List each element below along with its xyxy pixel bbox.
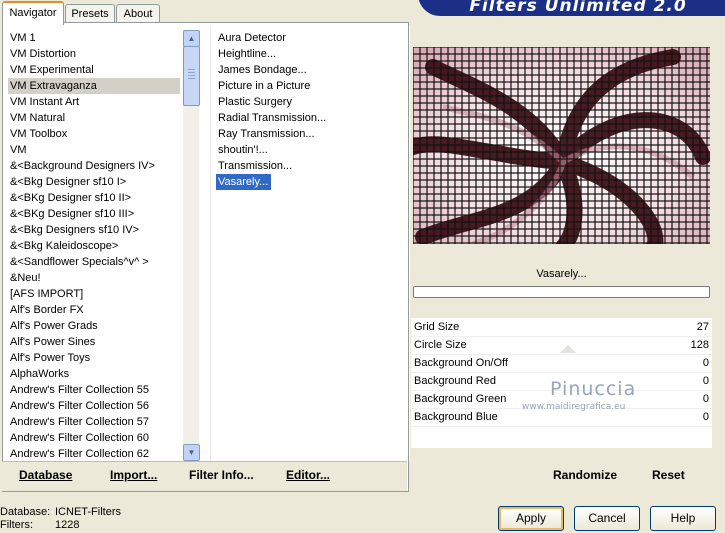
progress-bar — [413, 286, 710, 298]
import-button[interactable]: Import... — [110, 468, 157, 482]
watermark-name: Pinuccia — [550, 378, 637, 400]
database-button[interactable]: Database — [19, 468, 72, 482]
category-item[interactable]: Andrew's Filter Collection 56 — [8, 398, 180, 414]
filter-item[interactable]: Vasarely... — [216, 174, 272, 190]
category-item[interactable]: Andrew's Filter Collection 57 — [8, 414, 180, 430]
tab-presets[interactable]: Presets — [65, 4, 115, 23]
filters-status-label: Filters: — [0, 519, 33, 531]
category-item[interactable]: VM Instant Art — [8, 94, 180, 110]
param-label: Background Blue — [414, 411, 498, 423]
slider-marker — [560, 318, 576, 358]
param-value[interactable]: 0 — [703, 372, 709, 390]
randomize-button[interactable]: Randomize — [553, 468, 617, 482]
filter-item[interactable]: Picture in a Picture — [216, 78, 402, 94]
filter-item[interactable]: Transmission... — [216, 158, 402, 174]
category-item[interactable]: &<BKg Designer sf10 III> — [8, 206, 180, 222]
cancel-button[interactable]: Cancel — [574, 506, 640, 531]
category-item[interactable]: &<Bkg Designers sf10 IV> — [8, 222, 180, 238]
filters-status-value: 1228 — [55, 519, 80, 531]
scroll-down-icon[interactable]: ▼ — [183, 444, 200, 461]
filter-item[interactable]: Plastic Surgery — [216, 94, 402, 110]
editor-button-label: Editor... — [286, 468, 331, 482]
category-item[interactable]: Alf's Power Grads — [8, 318, 180, 334]
current-filter-name: Vasarely... — [413, 264, 710, 284]
param-label: Background Green — [414, 393, 507, 405]
category-item[interactable]: VM Natural — [8, 110, 180, 126]
category-item[interactable]: &<Bkg Designer sf10 I> — [8, 174, 180, 190]
param-value[interactable]: 0 — [703, 354, 709, 372]
category-item[interactable]: VM Experimental — [8, 62, 180, 78]
scroll-thumb[interactable] — [183, 46, 200, 106]
category-item[interactable]: Alf's Border FX — [8, 302, 180, 318]
category-item[interactable]: VM Extravaganza — [8, 78, 180, 94]
reset-button[interactable]: Reset — [652, 468, 685, 482]
category-item[interactable]: AlphaWorks — [8, 366, 180, 382]
category-item[interactable]: Andrew's Filter Collection 62 — [8, 446, 180, 462]
param-label: Background On/Off — [414, 357, 508, 369]
import-button-label: Import... — [110, 468, 158, 482]
category-item[interactable]: VM 1 — [8, 30, 180, 46]
database-status-value: ICNET-Filters — [55, 506, 121, 518]
apply-button[interactable]: Apply — [498, 506, 564, 531]
app-title-banner: Filters Unlimited 2.0 — [418, 0, 725, 16]
param-value[interactable]: 27 — [697, 318, 709, 336]
category-scrollbar[interactable]: ▲ ▼ — [183, 30, 200, 461]
filter-item[interactable]: Ray Transmission... — [216, 126, 402, 142]
category-item[interactable]: Alf's Power Sines — [8, 334, 180, 350]
list-divider — [210, 26, 211, 461]
category-item[interactable]: VM — [8, 142, 180, 158]
category-list[interactable]: VM 1 VM Distortion VM Experimental VM Extra… — [8, 30, 180, 462]
filter-item[interactable]: Radial Transmission... — [216, 110, 402, 126]
scroll-up-icon[interactable]: ▲ — [183, 30, 200, 47]
tab-about[interactable]: About — [116, 4, 160, 23]
category-item[interactable]: &<Sandflower Specials^v^ > — [8, 254, 180, 270]
filter-info-button[interactable]: Filter Info... — [189, 468, 254, 482]
category-item[interactable]: Andrew's Filter Collection 60 — [8, 430, 180, 446]
param-label: Circle Size — [414, 339, 467, 351]
param-label: Background Red — [414, 375, 496, 387]
database-status-label: Database: — [0, 506, 51, 518]
param-value[interactable]: 0 — [703, 390, 709, 408]
param-label: Grid Size — [414, 321, 460, 333]
tab-navigator[interactable]: Navigator — [2, 1, 64, 25]
category-item[interactable]: &<BKg Designer sf10 II> — [8, 190, 180, 206]
param-value[interactable]: 128 — [691, 336, 709, 354]
editor-button[interactable]: Editor... — [286, 468, 330, 482]
category-item[interactable]: &Neu! — [8, 270, 180, 286]
filter-item[interactable]: James Bondage... — [216, 62, 402, 78]
category-item[interactable]: &<Background Designers IV> — [8, 158, 180, 174]
category-item[interactable]: VM Toolbox — [8, 126, 180, 142]
filter-preview-image — [413, 47, 710, 244]
category-item[interactable]: &<Bkg Kaleidoscope> — [8, 238, 180, 254]
param-value[interactable]: 0 — [703, 408, 709, 426]
watermark-url: www.maidiregrafica.eu — [522, 402, 626, 412]
category-item[interactable]: VM Distortion — [8, 46, 180, 62]
filter-item[interactable]: shoutin'!... — [216, 142, 402, 158]
help-button[interactable]: Help — [650, 506, 716, 531]
category-item[interactable]: Alf's Power Toys — [8, 350, 180, 366]
filter-item[interactable]: Heightline... — [216, 46, 402, 62]
database-button-label: Database — [19, 468, 73, 482]
category-item[interactable]: Andrew's Filter Collection 55 — [8, 382, 180, 398]
filter-item[interactable]: Aura Detector — [216, 30, 402, 46]
category-item[interactable]: [AFS IMPORT] — [8, 286, 180, 302]
filter-list[interactable]: Aura Detector Heightline... James Bondage.… — [216, 30, 402, 190]
